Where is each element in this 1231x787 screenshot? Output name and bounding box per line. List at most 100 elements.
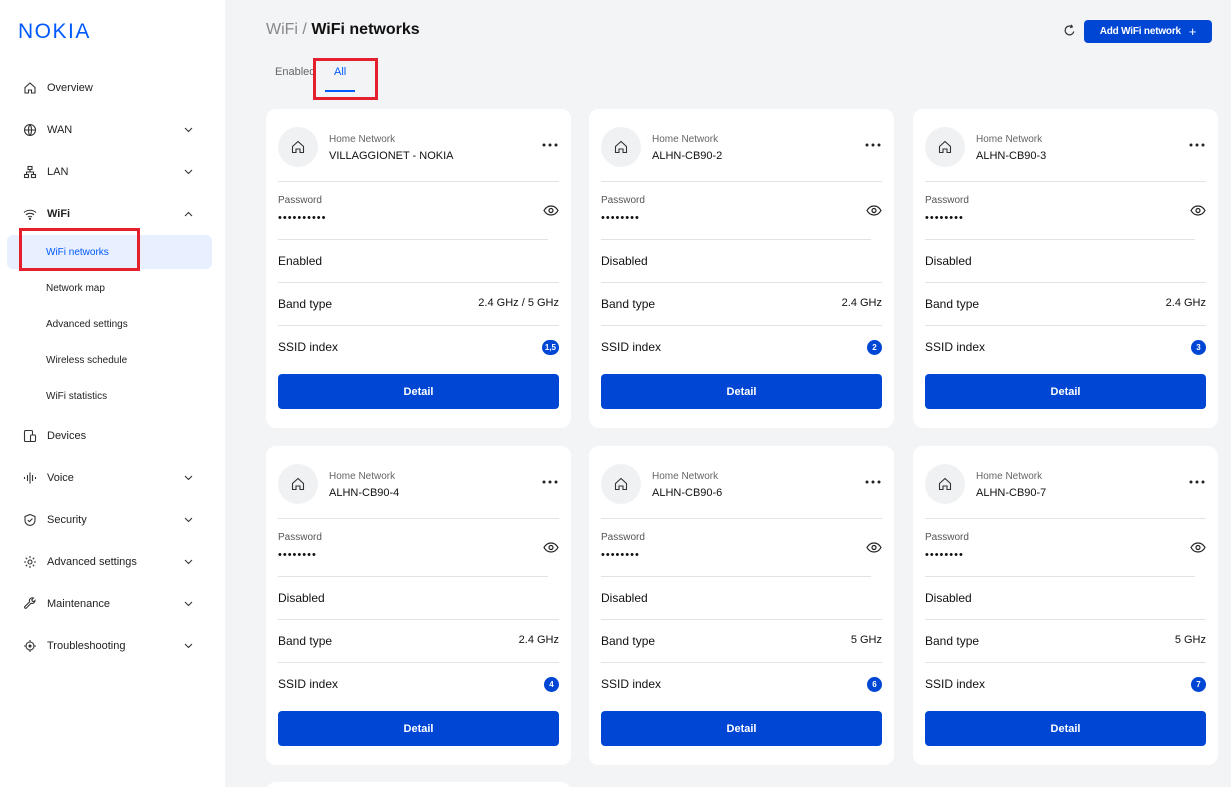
ssid-index-badge: 7 — [1191, 677, 1206, 692]
sidebar-item-overview[interactable]: Overview — [12, 72, 212, 104]
divider — [278, 576, 548, 577]
detail-button[interactable]: Detail — [278, 374, 559, 409]
nokia-logo[interactable]: NOKIA — [18, 20, 91, 44]
chevron-up-icon — [182, 208, 194, 220]
ssid-index-badge: 6 — [867, 677, 882, 692]
eye-icon[interactable] — [866, 204, 882, 216]
detail-button[interactable]: Detail — [925, 711, 1206, 746]
divider — [278, 181, 559, 182]
divider — [925, 619, 1206, 620]
eye-icon[interactable] — [543, 204, 559, 216]
eye-icon[interactable] — [866, 541, 882, 553]
ssid-index-label: SSID index — [925, 677, 986, 691]
sidebar-item-lan[interactable]: LAN — [12, 156, 212, 188]
divider — [601, 619, 882, 620]
wrench-icon — [22, 596, 38, 612]
ssid-index-badge: 1,5 — [541, 340, 559, 355]
eye-icon[interactable] — [543, 541, 559, 553]
more-options-icon[interactable] — [1188, 476, 1206, 488]
voice-icon — [22, 470, 38, 486]
band-type-value: 5 GHz — [850, 634, 882, 646]
more-options-icon[interactable] — [864, 476, 882, 488]
divider — [601, 576, 871, 577]
network-type-label: Home Network — [976, 134, 1043, 145]
sidebar-subitem-network-map[interactable]: Network map — [7, 271, 212, 305]
sidebar-item-security[interactable]: Security — [12, 504, 212, 536]
more-options-icon[interactable] — [864, 139, 882, 151]
ssid-index-label: SSID index — [601, 340, 662, 354]
password-value: •••••••• — [925, 549, 964, 561]
home-icon — [925, 127, 965, 167]
divider — [601, 282, 882, 283]
breadcrumb-parent[interactable]: WiFi — [266, 21, 298, 38]
band-type-label: Band type — [601, 634, 656, 648]
wifi-network-card: Home Network ALHN-CB90-7 Password ••••••… — [913, 446, 1218, 765]
network-name: ALHN-CB90-4 — [329, 487, 400, 499]
network-name: ALHN-CB90-2 — [652, 150, 723, 162]
wifi-network-card: Home Network ALHN-CB90-3 Password ••••••… — [913, 109, 1218, 428]
tab-all[interactable]: All — [334, 66, 346, 78]
band-type-value: 2.4 GHz — [841, 297, 882, 309]
more-options-icon[interactable] — [541, 476, 559, 488]
add-wifi-network-label: Add WiFi network — [1099, 26, 1181, 37]
password-label: Password — [601, 195, 645, 206]
sidebar-item-label: LAN — [47, 166, 69, 178]
highlight-box-tab-all — [313, 58, 378, 100]
sidebar-item-label: Troubleshooting — [47, 640, 126, 652]
detail-button[interactable]: Detail — [601, 711, 882, 746]
band-type-label: Band type — [601, 297, 656, 311]
divider — [278, 662, 559, 663]
sidebar-item-maintenance[interactable]: Maintenance — [12, 588, 212, 620]
detail-button[interactable]: Detail — [601, 374, 882, 409]
sidebar-item-troubleshooting[interactable]: Troubleshooting — [12, 630, 212, 662]
sidebar-subitem-wifi-statistics[interactable]: WiFi statistics — [7, 379, 212, 413]
more-options-icon[interactable] — [541, 139, 559, 151]
detail-button[interactable]: Detail — [278, 711, 559, 746]
eye-icon[interactable] — [1190, 204, 1206, 216]
network-name: ALHN-CB90-7 — [976, 487, 1047, 499]
sidebar: NOKIA Overview WAN LAN WiFi WiFi network… — [0, 0, 225, 787]
eye-icon[interactable] — [1190, 541, 1206, 553]
sidebar-item-wan[interactable]: WAN — [12, 114, 212, 146]
add-wifi-network-button[interactable]: Add WiFi network + — [1084, 20, 1212, 43]
home-icon — [22, 80, 38, 96]
wifi-network-card: Home Network ALHN-CB90-6 Password ••••••… — [589, 446, 894, 765]
sidebar-item-advanced-settings[interactable]: Advanced settings — [12, 546, 212, 578]
sidebar-item-wifi[interactable]: WiFi — [12, 198, 212, 230]
wifi-network-card: Home Network ALHN-CB90-2 Password ••••••… — [589, 109, 894, 428]
home-icon — [278, 127, 318, 167]
network-name: ALHN-CB90-3 — [976, 150, 1047, 162]
password-value: •••••••• — [278, 549, 317, 561]
home-icon — [278, 464, 318, 504]
sidebar-subitem-advanced-settings[interactable]: Advanced settings — [7, 307, 212, 341]
sidebar-item-label: Overview — [47, 82, 93, 94]
ssid-index-badge: 2 — [867, 340, 882, 355]
ssid-index-label: SSID index — [601, 677, 662, 691]
divider — [925, 518, 1206, 519]
sidebar-subitem-wireless-schedule[interactable]: Wireless schedule — [7, 343, 212, 377]
chevron-down-icon — [182, 598, 194, 610]
more-options-icon[interactable] — [1188, 139, 1206, 151]
ssid-index-label: SSID index — [278, 677, 339, 691]
password-label: Password — [925, 195, 969, 206]
detail-button[interactable]: Detail — [925, 374, 1206, 409]
divider — [278, 518, 559, 519]
status-text: Disabled — [925, 254, 972, 268]
sidebar-item-voice[interactable]: Voice — [12, 462, 212, 494]
sidebar-item-devices[interactable]: Devices — [12, 420, 212, 452]
sidebar-item-label: Advanced settings — [47, 556, 137, 568]
network-type-label: Home Network — [329, 471, 396, 482]
devices-icon — [22, 428, 38, 444]
sidebar-item-label: Maintenance — [47, 598, 110, 610]
network-type-label: Home Network — [652, 134, 719, 145]
divider — [925, 325, 1206, 326]
tab-enabled[interactable]: Enabled — [275, 66, 315, 78]
sidebar-subitem-wifi-networks[interactable]: WiFi networks — [7, 235, 212, 269]
divider — [925, 282, 1206, 283]
refresh-icon[interactable] — [1061, 22, 1077, 38]
password-label: Password — [925, 532, 969, 543]
chevron-down-icon — [182, 514, 194, 526]
band-type-label: Band type — [278, 297, 333, 311]
ssid-index-label: SSID index — [925, 340, 986, 354]
divider — [925, 576, 1195, 577]
